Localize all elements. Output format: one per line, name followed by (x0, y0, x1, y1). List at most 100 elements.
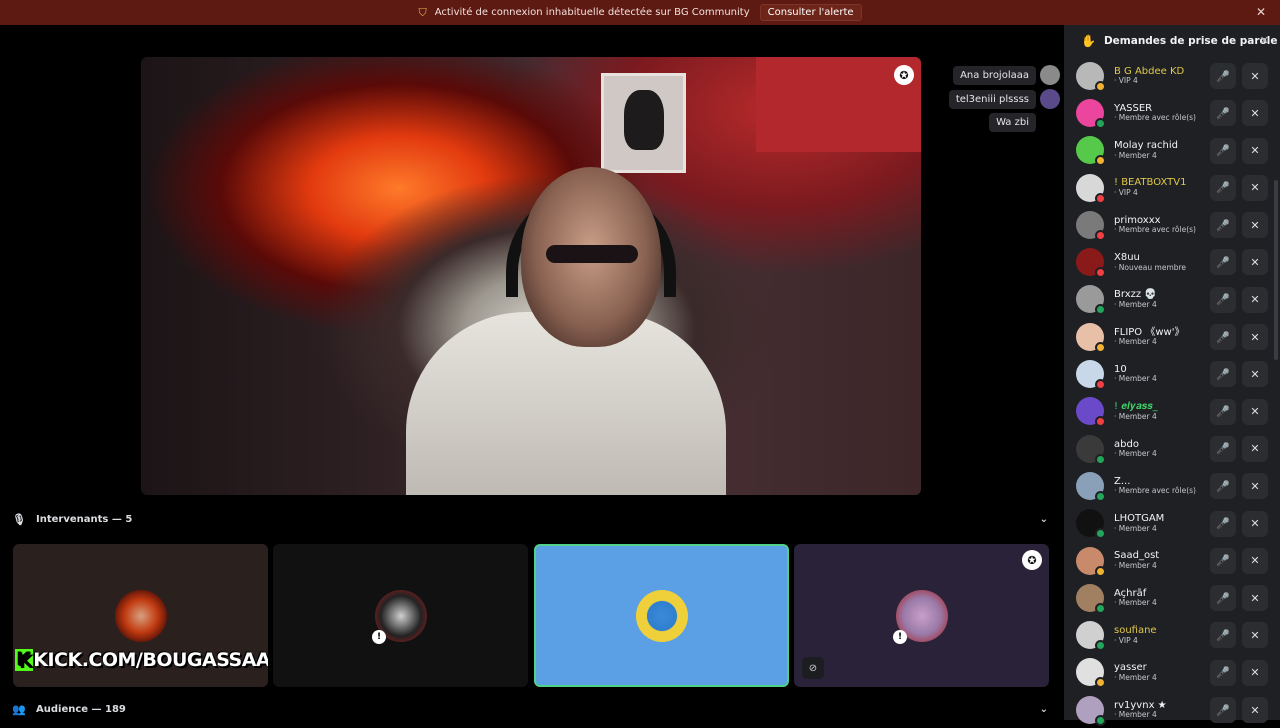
invite-to-speak-button[interactable]: 🎤 (1210, 63, 1236, 89)
dismiss-request-button[interactable]: ✕ (1242, 547, 1268, 574)
request-row[interactable]: 10 · Member 4 🎤 ✕ (1064, 355, 1280, 392)
speaker-tile-active[interactable] (534, 544, 789, 687)
invite-to-speak-button[interactable]: 🎤 (1210, 174, 1236, 201)
avatar[interactable] (1076, 695, 1106, 726)
status-dot (1095, 602, 1106, 614)
request-row[interactable]: abdo · Member 4 🎤 ✕ (1064, 430, 1280, 467)
avatar[interactable] (1076, 322, 1106, 353)
view-alert-button[interactable]: Consulter l'alerte (759, 4, 862, 21)
group-icon: 👥 (12, 702, 26, 716)
request-row[interactable]: Brxzz 💀 · Member 4 🎤 ✕ (1064, 281, 1280, 318)
request-row[interactable]: soufiane · VIP 4 🎤 ✕ (1064, 616, 1280, 653)
chevron-down-icon[interactable]: ⌄ (1040, 514, 1048, 525)
avatar[interactable] (1076, 360, 1106, 391)
request-row[interactable]: Z... · Membre avec rôle(s) 🎤 ✕ (1064, 467, 1280, 504)
dismiss-request-button[interactable]: ✕ (1242, 510, 1268, 537)
dismiss-request-button[interactable]: ✕ (1242, 585, 1268, 612)
avatar[interactable] (1076, 285, 1106, 316)
main-video-stream[interactable]: ✪ (141, 57, 921, 495)
invite-to-speak-button[interactable]: 🎤 (1210, 100, 1236, 127)
speakers-section-header[interactable]: 🎙 Intervenants — 5 ⌄ (0, 507, 1064, 531)
invite-to-speak-button[interactable]: 🎤 (1210, 286, 1236, 313)
user-role: · Member 4 (1114, 598, 1157, 608)
request-row[interactable]: FLIPO 《ᴡᴡ'》 · Member 4 🎤 ✕ (1064, 318, 1280, 355)
dismiss-request-button[interactable]: ✕ (1242, 212, 1268, 239)
request-row[interactable]: yasser · Member 4 🎤 ✕ (1064, 654, 1280, 691)
chat-overlay: Ana brojolaaa tel3eniii plssss Wa zbi (945, 65, 1060, 136)
invite-to-speak-button[interactable]: 🎤 (1210, 212, 1236, 239)
dismiss-request-button[interactable]: ✕ (1242, 324, 1268, 351)
request-row[interactable]: ! 𝒆𝒍𝒚𝒂𝒔𝒔_ · Member 4 🎤 ✕ (1064, 393, 1280, 430)
request-row[interactable]: LHOTGAM · Member 4 🎤 ✕ (1064, 505, 1280, 542)
avatar[interactable] (1076, 210, 1106, 241)
request-row[interactable]: rv1yvnx ★ · Member 4 🎤 ✕ (1064, 691, 1280, 728)
speakers-label: Intervenants — 5 (36, 513, 133, 525)
invite-to-speak-button[interactable]: 🎤 (1210, 361, 1236, 388)
invite-to-speak-button[interactable]: 🎤 (1210, 585, 1236, 612)
avatar[interactable] (1076, 397, 1106, 428)
invite-to-speak-button[interactable]: 🎤 (1210, 622, 1236, 649)
stream-badge-icon: ✪ (1022, 550, 1042, 570)
avatar[interactable] (1076, 136, 1106, 167)
avatar[interactable] (1076, 98, 1106, 129)
status-dot (1095, 155, 1106, 167)
avatar[interactable] (1076, 434, 1106, 465)
avatar[interactable] (1076, 546, 1106, 577)
dismiss-request-button[interactable]: ✕ (1242, 361, 1268, 388)
invite-to-speak-button[interactable]: 🎤 (1210, 137, 1236, 164)
chevron-down-icon[interactable]: ⌄ (1040, 704, 1048, 715)
dismiss-request-button[interactable]: ✕ (1242, 286, 1268, 313)
dismiss-request-button[interactable]: ✕ (1242, 137, 1268, 164)
avatar[interactable] (1076, 509, 1106, 540)
dismiss-request-button[interactable]: ✕ (1242, 100, 1268, 127)
avatar[interactable] (1076, 658, 1106, 689)
avatar[interactable] (1076, 61, 1106, 92)
request-row[interactable]: Molay rachid · Member 4 🎤 ✕ (1064, 132, 1280, 169)
invite-to-speak-button[interactable]: 🎤 (1210, 324, 1236, 351)
dismiss-request-button[interactable]: ✕ (1242, 249, 1268, 276)
invite-to-speak-button[interactable]: 🎤 (1210, 510, 1236, 537)
status-dot (1095, 490, 1106, 502)
request-row[interactable]: primoxxx · Membre avec rôle(s) 🎤 ✕ (1064, 206, 1280, 243)
request-row[interactable]: B G Abdee KD · VIP 4 🎤 ✕ (1064, 57, 1280, 94)
scrollbar[interactable] (1274, 180, 1278, 360)
user-role: · Member 4 (1114, 523, 1157, 533)
speaker-tile[interactable]: ! (273, 544, 528, 687)
status-dot (1095, 379, 1106, 391)
user-role: · Member 4 (1114, 374, 1157, 384)
avatar[interactable] (1076, 471, 1106, 502)
invite-to-speak-button[interactable]: 🎤 (1210, 547, 1236, 574)
invite-to-speak-button[interactable]: 🎤 (1210, 659, 1236, 686)
avatar[interactable] (1076, 621, 1106, 652)
invite-to-speak-button[interactable]: 🎤 (1210, 473, 1236, 500)
invite-to-speak-button[interactable]: 🎤 (1210, 697, 1236, 724)
request-row[interactable]: ! BEATBOXTV1 · VIP 4 🎤 ✕ (1064, 169, 1280, 206)
chat-message-text: Ana brojolaaa (953, 65, 1036, 85)
request-row[interactable]: Açhrãf · Member 4 🎤 ✕ (1064, 579, 1280, 616)
request-row[interactable]: Saad_ost · Member 4 🎤 ✕ (1064, 542, 1280, 579)
invite-to-speak-button[interactable]: 🎤 (1210, 435, 1236, 462)
audience-section-header[interactable]: 👥 Audience — 189 ⌄ (0, 697, 1064, 721)
request-row[interactable]: YASSER · Membre avec rôle(s) 🎤 ✕ (1064, 94, 1280, 131)
user-role: · Member 4 (1114, 150, 1157, 160)
dismiss-request-button[interactable]: ✕ (1242, 622, 1268, 649)
dismiss-request-button[interactable]: ✕ (1242, 174, 1268, 201)
speaker-tile[interactable]: ! ✪ ⊘ (794, 544, 1049, 687)
alert-text: Activité de connexion inhabituelle détec… (434, 7, 750, 18)
avatar[interactable] (1076, 248, 1106, 279)
invite-to-speak-button[interactable]: 🎤 (1210, 249, 1236, 276)
speaker-tile[interactable]: K KICK.COM/BOUGASSAA (13, 544, 268, 687)
dismiss-request-button[interactable]: ✕ (1242, 398, 1268, 425)
dismiss-request-button[interactable]: ✕ (1242, 473, 1268, 500)
dismiss-request-button[interactable]: ✕ (1242, 659, 1268, 686)
request-row[interactable]: X8uu · Nouveau membre 🎤 ✕ (1064, 243, 1280, 280)
dismiss-request-button[interactable]: ✕ (1242, 697, 1268, 724)
user-role: · Nouveau membre (1114, 262, 1187, 272)
close-icon[interactable]: ✕ (1256, 5, 1266, 19)
avatar[interactable] (1076, 583, 1106, 614)
close-icon[interactable]: ✕ (1260, 34, 1269, 47)
dismiss-request-button[interactable]: ✕ (1242, 435, 1268, 462)
dismiss-request-button[interactable]: ✕ (1242, 63, 1268, 89)
invite-to-speak-button[interactable]: 🎤 (1210, 398, 1236, 425)
avatar[interactable] (1076, 173, 1106, 204)
